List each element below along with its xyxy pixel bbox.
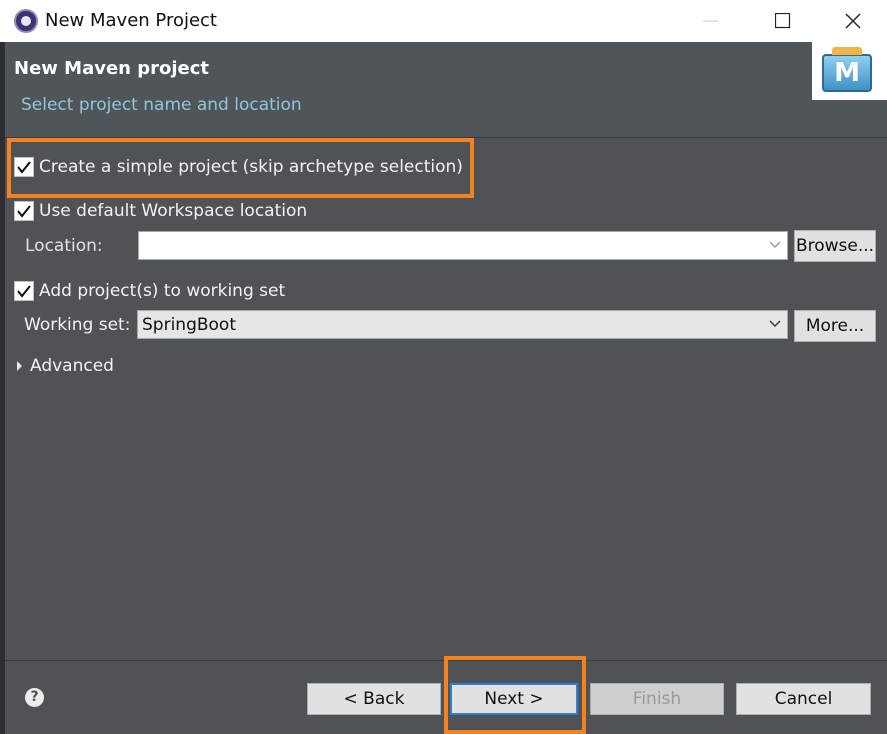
page-subtitle: Select project name and location xyxy=(21,95,302,115)
close-button[interactable] xyxy=(830,0,876,42)
eclipse-icon xyxy=(14,9,38,33)
help-icon[interactable]: ? xyxy=(25,688,44,707)
chevron-right-icon[interactable] xyxy=(17,361,23,371)
chevron-down-icon xyxy=(769,320,781,327)
maximize-button[interactable] xyxy=(760,0,806,42)
advanced-toggle[interactable]: Advanced xyxy=(30,355,114,377)
location-label: Location: xyxy=(25,236,103,256)
default-workspace-checkbox[interactable] xyxy=(14,201,34,221)
working-set-value: SpringBoot xyxy=(142,315,236,335)
left-window-edge xyxy=(0,42,5,734)
default-workspace-label[interactable]: Use default Workspace location xyxy=(39,200,307,222)
window-title: New Maven Project xyxy=(45,10,217,31)
back-button[interactable]: < Back xyxy=(307,683,441,715)
working-set-combo[interactable]: SpringBoot xyxy=(137,310,788,339)
working-set-label: Working set: xyxy=(24,315,131,335)
working-set-checkbox[interactable] xyxy=(14,281,34,301)
working-set-checkbox-label[interactable]: Add project(s) to working set xyxy=(39,280,285,302)
checkmark-icon xyxy=(17,205,31,218)
checkmark-icon xyxy=(17,285,31,298)
highlight-next-button xyxy=(444,656,586,734)
location-field[interactable] xyxy=(138,231,788,260)
more-button[interactable]: More... xyxy=(794,310,876,342)
close-icon xyxy=(845,13,861,29)
minimize-icon xyxy=(703,20,719,22)
highlight-simple-project xyxy=(7,138,474,198)
minimize-button[interactable] xyxy=(688,0,734,42)
maximize-icon xyxy=(775,13,791,29)
maven-banner: M xyxy=(812,42,887,100)
finish-button[interactable]: Finish xyxy=(590,683,724,715)
page-title: New Maven project xyxy=(14,58,210,79)
chevron-down-icon xyxy=(769,241,781,248)
wizard-header: New Maven project Select project name an… xyxy=(5,42,887,137)
cancel-button[interactable]: Cancel xyxy=(736,683,871,715)
title-bar: New Maven Project xyxy=(0,0,887,42)
maven-icon: M xyxy=(822,47,872,92)
browse-button[interactable]: Browse... xyxy=(794,230,876,262)
